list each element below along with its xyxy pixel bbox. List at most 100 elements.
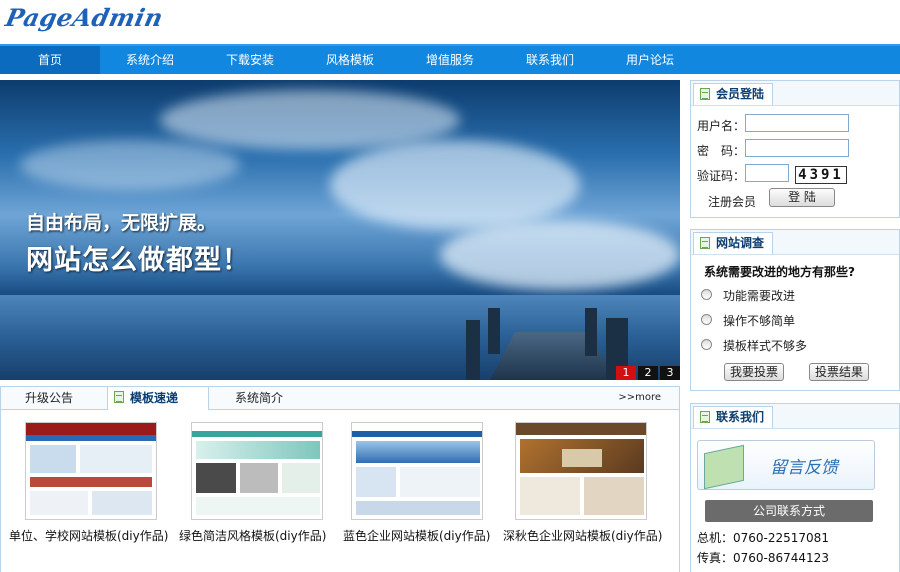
survey-option-radio-3[interactable]	[701, 339, 712, 350]
nav-item-system-intro[interactable]: 系统介绍	[100, 46, 200, 74]
survey-question: 系统需要改进的地方有那些?	[704, 265, 855, 279]
captcha-input[interactable]	[745, 164, 789, 182]
nav-item-services[interactable]: 增值服务	[400, 46, 500, 74]
nav-item-forum[interactable]: 用户论坛	[600, 46, 700, 74]
thumb-block	[196, 441, 320, 459]
thumb-nav	[352, 431, 482, 437]
thumb-block	[520, 477, 580, 515]
template-caption-1[interactable]: 单位、学校网站模板(diy作品)	[9, 527, 168, 544]
site-header: PageAdmin	[0, 0, 900, 44]
login-panel-title: 会员登陆	[693, 83, 774, 105]
login-panel: 会员登陆 用户名： 密 码： 验证码： 4391 注册会员 登 陆	[690, 80, 900, 218]
template-thumbnail-3[interactable]	[351, 422, 483, 520]
cloud-shape	[440, 220, 680, 290]
thumb-block	[282, 463, 320, 493]
template-thumbnail-2[interactable]	[191, 422, 323, 520]
nav-item-templates[interactable]: 风格模板	[300, 46, 400, 74]
contact-title-text: 联系我们	[716, 410, 765, 424]
login-button[interactable]: 登 陆	[769, 188, 835, 207]
survey-option-label-3[interactable]: 摸板样式不够多	[723, 337, 807, 354]
thumb-block	[356, 467, 396, 497]
feedback-card[interactable]: 留言反馈	[697, 440, 875, 490]
template-caption-2[interactable]: 绿色简洁风格模板(diy作品)	[179, 527, 326, 544]
thumb-block	[80, 445, 152, 473]
nav-item-contact[interactable]: 联系我们	[500, 46, 600, 74]
thumb-nav	[26, 435, 156, 441]
tab-template-express[interactable]: 模板速递	[107, 387, 209, 410]
banner-slogan-line1: 自由布局，无限扩展。	[26, 212, 217, 234]
password-label: 密 码：	[697, 144, 746, 158]
phone-number: 总机：0760-22517081	[697, 531, 829, 545]
document-icon	[700, 88, 710, 100]
survey-option-radio-2[interactable]	[701, 314, 712, 325]
tab-upgrade-notice[interactable]: 升级公告	[25, 387, 73, 409]
thumb-block	[30, 477, 152, 487]
login-panel-header: 会员登陆	[691, 81, 899, 106]
contact-panel-title: 联系我们	[693, 406, 774, 428]
thumb-block	[356, 441, 480, 463]
nav-item-home[interactable]: 首页	[0, 46, 100, 74]
hero-banner[interactable]: 自由布局，无限扩展。 网站怎么做都型！ 1 2 3	[0, 80, 680, 380]
banner-slogan-line2: 网站怎么做都型！	[26, 245, 250, 276]
nav-item-download[interactable]: 下载安装	[200, 46, 300, 74]
thumb-block	[584, 477, 644, 515]
tab-system-intro[interactable]: 系统简介	[235, 387, 283, 409]
captcha-image[interactable]: 4391	[795, 166, 847, 184]
survey-panel-header: 网站调查	[691, 230, 899, 255]
thumb-block	[196, 497, 320, 515]
slide-button-2[interactable]: 2	[638, 366, 658, 380]
template-gallery: 单位、学校网站模板(diy作品) 绿色简洁风格模板(diy作品) 蓝色企业网站模…	[0, 410, 680, 572]
content-tabs: 升级公告 模板速递 系统简介 >>more	[0, 386, 680, 410]
vote-results-button[interactable]: 投票结果	[809, 363, 869, 381]
thumb-header	[26, 423, 156, 435]
thumb-block	[356, 501, 480, 515]
survey-option-radio-1[interactable]	[701, 289, 712, 300]
pier-post	[585, 308, 597, 356]
thumb-block	[92, 491, 152, 515]
company-contact-button[interactable]: 公司联系方式	[705, 500, 873, 522]
document-icon	[114, 391, 124, 403]
thumb-block	[30, 491, 88, 515]
feedback-label: 留言反馈	[770, 458, 838, 478]
cloud-shape	[20, 140, 240, 190]
thumb-block	[562, 449, 602, 467]
fax-number: 传真：0760-86744123	[697, 551, 829, 565]
pier-post	[488, 308, 500, 354]
more-link[interactable]: >>more	[618, 387, 661, 409]
site-logo[interactable]: PageAdmin	[3, 3, 166, 32]
thumb-nav	[192, 431, 322, 437]
cloud-shape	[160, 90, 460, 150]
survey-option-label-2[interactable]: 操作不够简单	[723, 312, 795, 329]
password-input[interactable]	[745, 139, 849, 157]
slide-indicators: 1 2 3	[614, 366, 680, 380]
survey-panel: 网站调查 系统需要改进的地方有那些? 功能需要改进 操作不够简单 摸板样式不够多…	[690, 229, 900, 391]
thumb-block	[400, 467, 480, 497]
slide-button-3[interactable]: 3	[660, 366, 680, 380]
captcha-label: 验证码：	[697, 169, 746, 183]
tab-template-express-label: 模板速递	[130, 391, 179, 405]
template-caption-4[interactable]: 深秋色企业网站模板(diy作品)	[503, 527, 662, 544]
vote-button[interactable]: 我要投票	[724, 363, 784, 381]
document-icon	[700, 237, 710, 249]
cloud-shape	[330, 140, 580, 230]
template-caption-3[interactable]: 蓝色企业网站模板(diy作品)	[343, 527, 490, 544]
pier-post	[466, 320, 480, 380]
document-icon	[700, 411, 710, 423]
contact-panel-header: 联系我们	[691, 404, 899, 429]
thumb-block	[196, 463, 236, 493]
login-title-text: 会员登陆	[716, 87, 765, 101]
survey-panel-title: 网站调查	[693, 232, 774, 254]
survey-option-label-1[interactable]: 功能需要改进	[723, 287, 795, 304]
slide-button-1[interactable]: 1	[616, 366, 636, 380]
username-input[interactable]	[745, 114, 849, 132]
template-thumbnail-1[interactable]	[25, 422, 157, 520]
thumb-header	[516, 423, 646, 435]
survey-title-text: 网站调查	[716, 236, 765, 250]
main-nav: 首页 系统介绍 下载安装 风格模板 增值服务 联系我们 用户论坛	[0, 44, 900, 74]
template-thumbnail-4[interactable]	[515, 422, 647, 520]
contact-panel: 联系我们 留言反馈 公司联系方式 总机：0760-22517081 传真：076…	[690, 403, 900, 572]
thumb-block	[30, 445, 76, 473]
thumb-block	[240, 463, 278, 493]
notebook-pen-icon	[704, 444, 744, 490]
register-link[interactable]: 注册会员	[708, 193, 756, 210]
